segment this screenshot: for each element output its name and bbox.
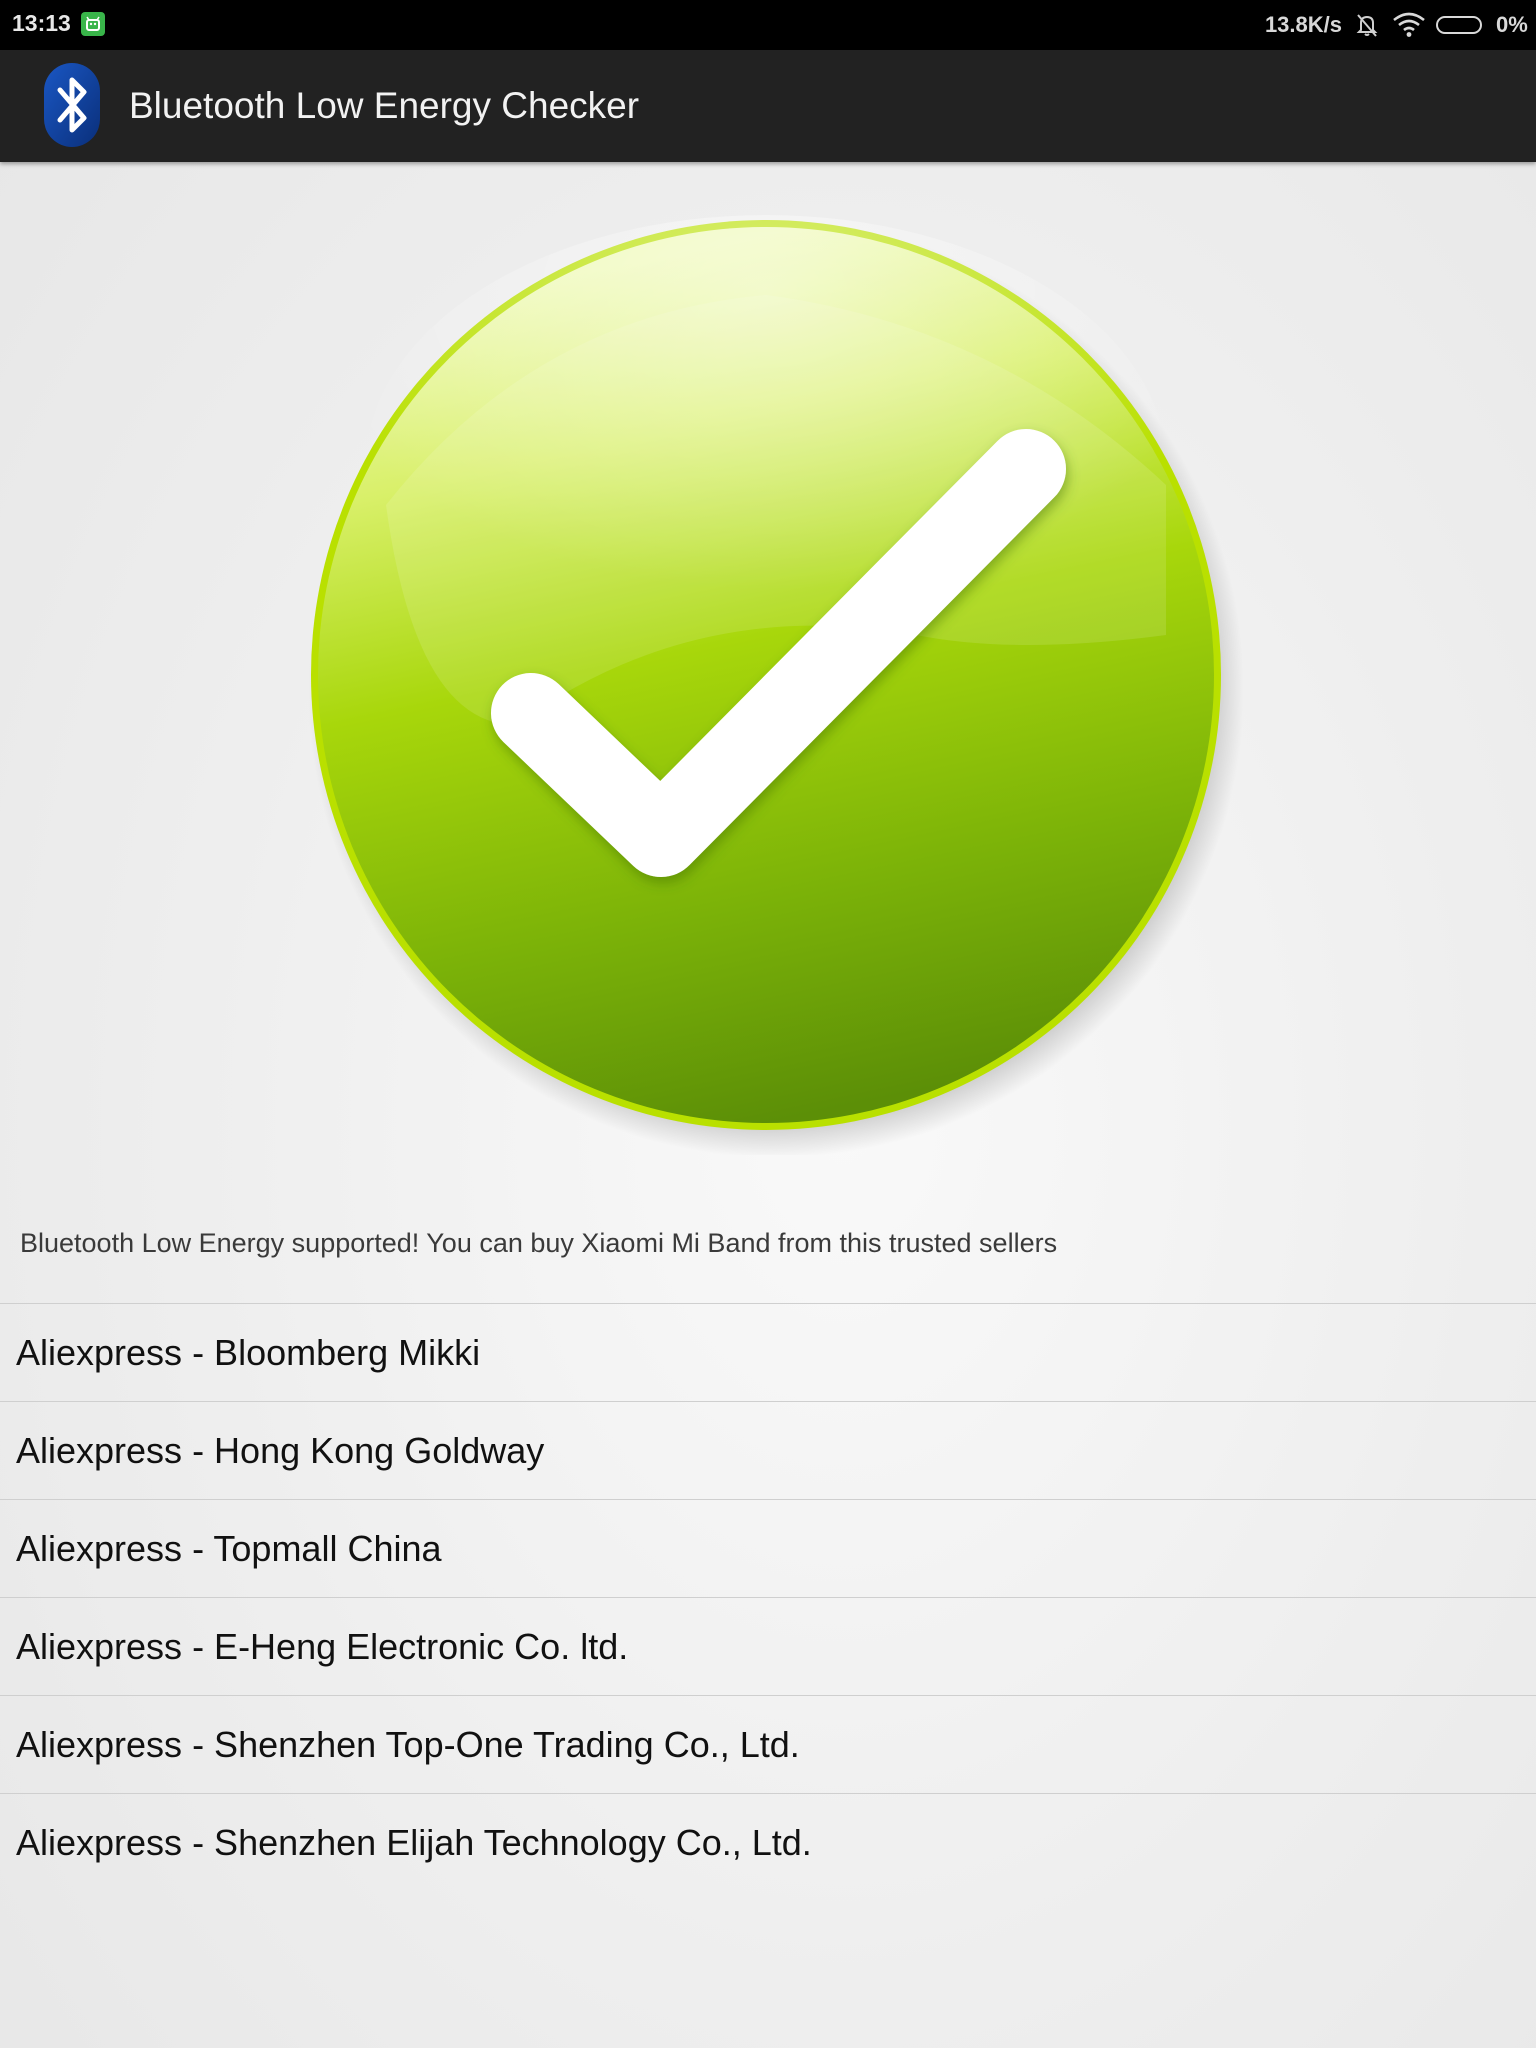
seller-label: Aliexpress - Bloomberg Mikki [16, 1332, 481, 1373]
list-item[interactable]: Aliexpress - Shenzhen Elijah Technology … [0, 1794, 1536, 1891]
check-status-graphic [296, 205, 1246, 1158]
network-speed: 13.8K/s [1264, 12, 1342, 37]
list-item[interactable]: Aliexpress - Shenzhen Top-One Trading Co… [0, 1696, 1536, 1794]
battery-icon [1436, 16, 1484, 34]
bell-off-icon [1353, 11, 1381, 39]
battery-percent: 0% [1496, 12, 1528, 37]
seller-label: Aliexpress - Hong Kong Goldway [16, 1430, 545, 1471]
wifi-icon [1392, 12, 1426, 38]
bluetooth-icon[interactable] [43, 62, 101, 148]
list-item[interactable]: Aliexpress - Bloomberg Mikki [0, 1304, 1536, 1402]
seller-label: Aliexpress - Shenzhen Elijah Technology … [16, 1822, 812, 1863]
list-item[interactable]: Aliexpress - Hong Kong Goldway [0, 1402, 1536, 1500]
action-bar: Bluetooth Low Energy Checker [0, 50, 1536, 162]
list-item[interactable]: Aliexpress - Topmall China [0, 1500, 1536, 1598]
support-message: Bluetooth Low Energy supported! You can … [20, 1228, 1058, 1258]
android-notification-icon [81, 12, 105, 36]
seller-label: Aliexpress - Shenzhen Top-One Trading Co… [16, 1724, 800, 1765]
seller-label: Aliexpress - E-Heng Electronic Co. ltd. [16, 1626, 629, 1667]
checkmark-icon [308, 215, 1244, 1158]
seller-label: Aliexpress - Topmall China [16, 1528, 442, 1569]
status-time: 13:13 [12, 10, 71, 36]
status-bar: 13:13 13.8K/s 0% [0, 0, 1536, 50]
sellers-list: Aliexpress - Bloomberg Mikki Aliexpress … [0, 1303, 1536, 1891]
app-title: Bluetooth Low Energy Checker [129, 85, 640, 126]
list-item[interactable]: Aliexpress - E-Heng Electronic Co. ltd. [0, 1598, 1536, 1696]
